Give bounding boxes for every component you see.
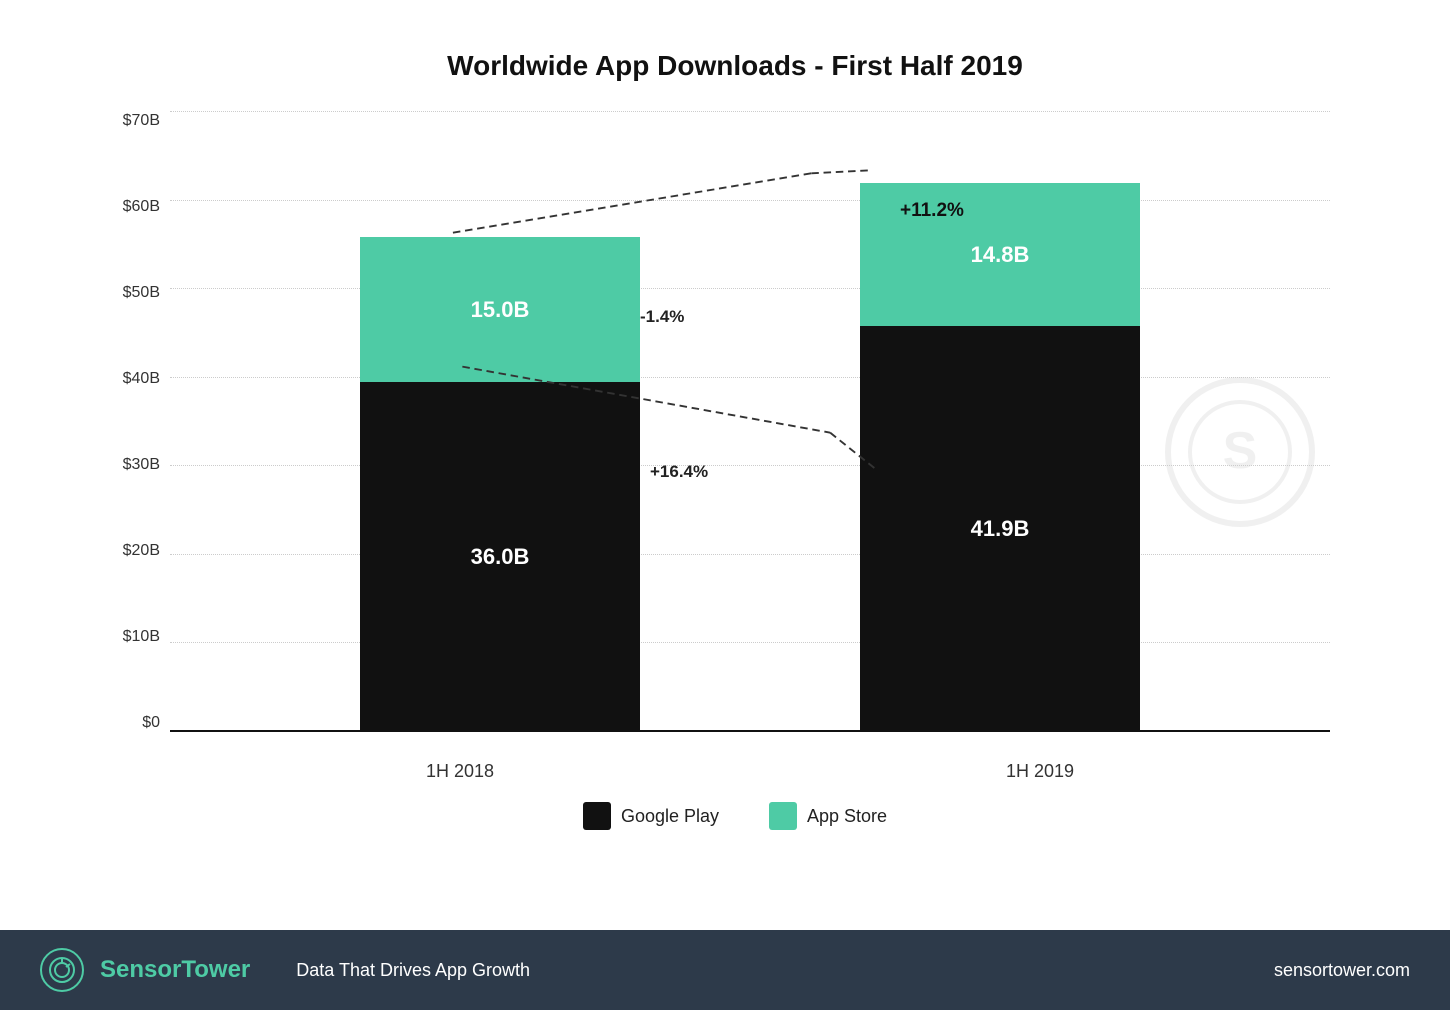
- legend-label-google-play: Google Play: [621, 806, 719, 827]
- annotation-total: +11.2%: [900, 200, 964, 222]
- footer-tagline: Data That Drives App Growth: [296, 960, 530, 981]
- bar-bottom-label-2018: 36.0B: [471, 544, 530, 570]
- bar-bottom-label-2019: 41.9B: [971, 516, 1030, 542]
- bar-top-label-2019: 14.8B: [971, 242, 1030, 268]
- chart-inner: S $0 $10B $20B $30B $40B $50B $60B $70B: [100, 112, 1370, 792]
- y-label-0: $0: [142, 714, 170, 732]
- footer-brand-sensor: Sensor: [100, 956, 181, 983]
- y-label-10: $10B: [123, 628, 170, 646]
- bar-bottom-2018: 36.0B: [360, 382, 640, 732]
- legend: Google Play App Store: [100, 792, 1370, 850]
- bar-stack-2018: 15.0B 36.0B: [360, 237, 640, 732]
- bar-group-2018: 15.0B 36.0B: [360, 237, 640, 732]
- y-label-20: $20B: [123, 542, 170, 560]
- legend-swatch-google-play: [583, 802, 611, 830]
- footer-left: SensorTower Data That Drives App Growth: [40, 948, 530, 992]
- annotation-google-play: +16.4%: [650, 462, 708, 482]
- y-label-50: $50B: [123, 284, 170, 302]
- y-label-40: $40B: [123, 370, 170, 388]
- x-labels: 1H 2018 1H 2019: [170, 761, 1330, 782]
- footer-logo-icon: [40, 948, 84, 992]
- bar-top-2018: 15.0B: [360, 237, 640, 382]
- legend-swatch-app-store: [769, 802, 797, 830]
- y-label-60: $60B: [123, 198, 170, 216]
- bar-bottom-2019: 41.9B: [860, 326, 1140, 732]
- x-label-2019: 1H 2019: [1006, 761, 1074, 782]
- footer-brand-tower: Tower: [181, 956, 250, 983]
- y-label-30: $30B: [123, 456, 170, 474]
- bars-container: 15.0B 36.0B 14.8B: [170, 112, 1330, 732]
- chart-area: Worldwide App Downloads - First Half 201…: [0, 0, 1450, 930]
- bar-stack-2019: 14.8B 41.9B: [860, 183, 1140, 732]
- x-label-2018: 1H 2018: [426, 761, 494, 782]
- legend-label-app-store: App Store: [807, 806, 887, 827]
- legend-item-google-play: Google Play: [583, 802, 719, 830]
- footer-url: sensortower.com: [1274, 960, 1410, 981]
- chart-title: Worldwide App Downloads - First Half 201…: [100, 50, 1370, 82]
- bar-group-2019: 14.8B 41.9B: [860, 183, 1140, 732]
- footer-bar: SensorTower Data That Drives App Growth …: [0, 930, 1450, 1010]
- y-label-70: $70B: [123, 112, 170, 130]
- annotation-app-store: -1.4%: [640, 307, 684, 327]
- legend-item-app-store: App Store: [769, 802, 887, 830]
- footer-brand: SensorTower: [100, 956, 250, 984]
- chart-wrapper: Worldwide App Downloads - First Half 201…: [0, 0, 1450, 960]
- y-axis: $0 $10B $20B $30B $40B $50B $60B $70B: [100, 112, 170, 732]
- bar-top-label-2018: 15.0B: [471, 297, 530, 323]
